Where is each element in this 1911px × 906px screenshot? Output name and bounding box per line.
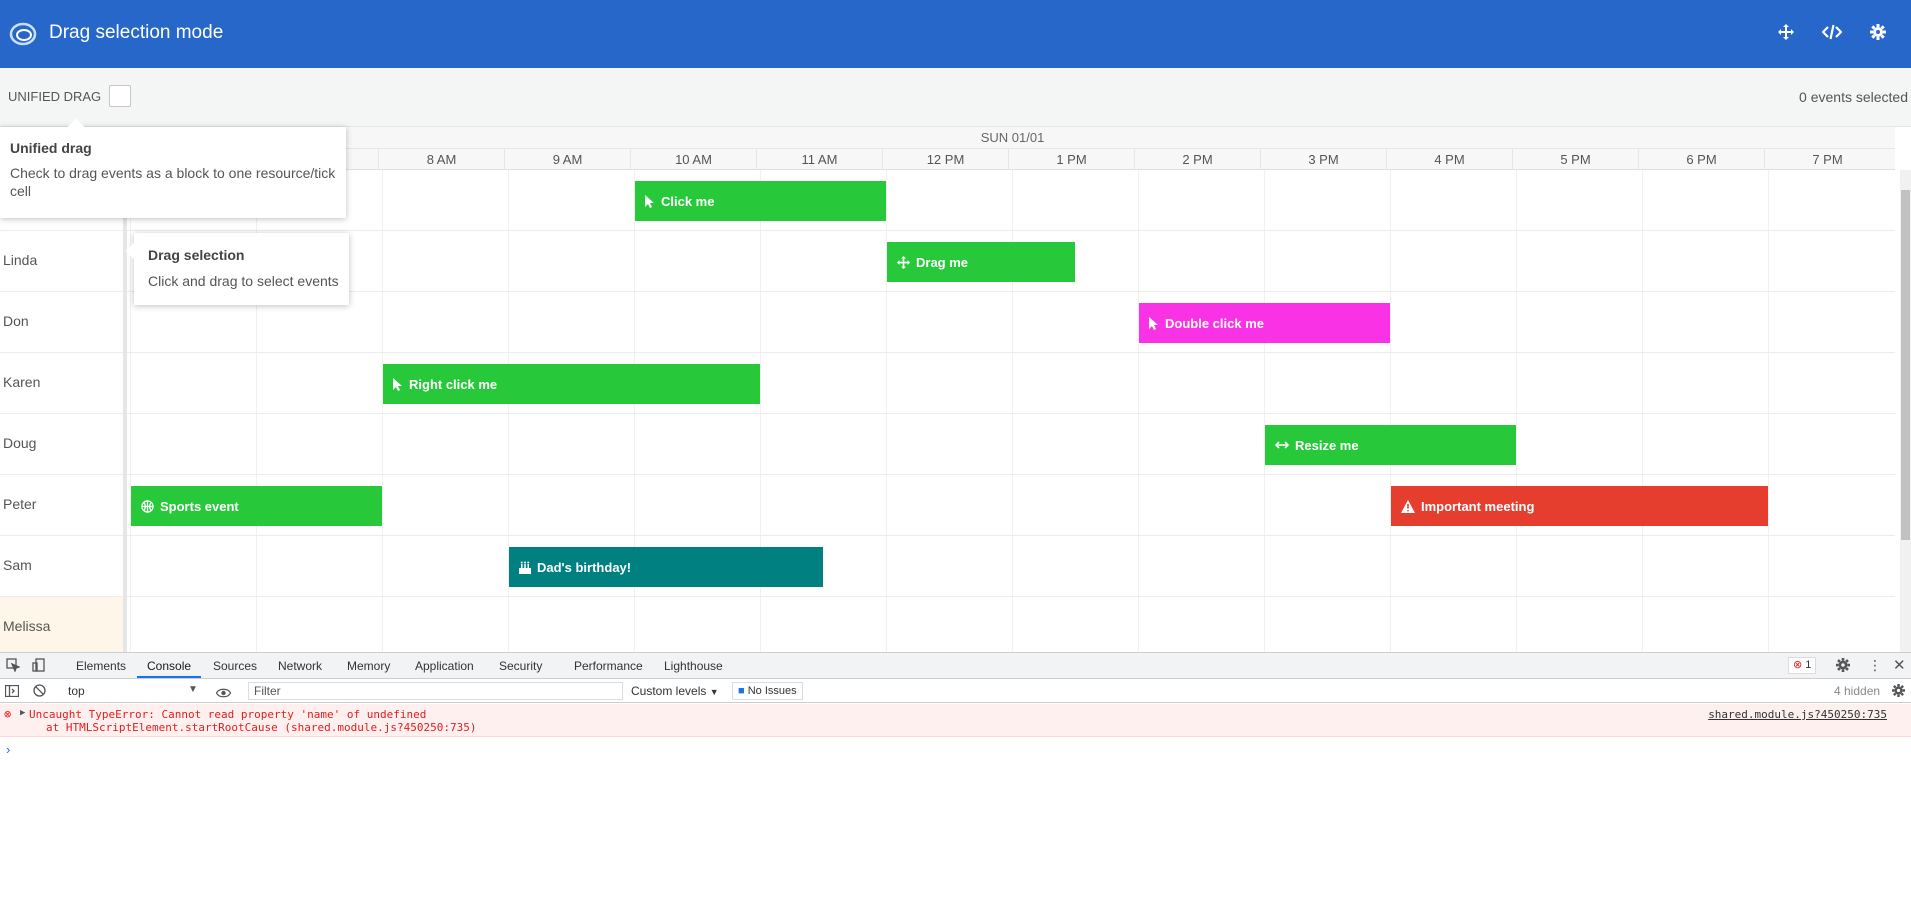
resource-row[interactable]: Sam (0, 536, 1895, 597)
log-levels-select[interactable]: Custom levels ▼ (631, 684, 719, 698)
devtools-panel: Elements Console Sources Network Memory … (0, 652, 1911, 906)
time-tick: 5 PM (1512, 149, 1638, 170)
inspect-icon[interactable] (6, 658, 21, 677)
filter-input[interactable]: Filter (248, 682, 623, 700)
unified-drag-checkbox[interactable] (109, 85, 131, 107)
settings-icon[interactable] (1836, 658, 1850, 677)
vertical-scrollbar-thumb[interactable] (1901, 190, 1910, 540)
move-icon (897, 255, 910, 269)
time-tick: 7 PM (1764, 149, 1890, 170)
date-header: SUN 01/01 (130, 127, 1895, 149)
event-dads-birthday[interactable]: Dad's birthday! (509, 547, 823, 587)
sidebar-toggle-icon[interactable] (4, 684, 20, 702)
event-click-me[interactable]: Click me (635, 181, 886, 221)
eye-icon[interactable] (215, 685, 232, 703)
time-tick: 8 AM (378, 149, 504, 170)
birthday-cake-icon (519, 561, 531, 574)
code-icon (1821, 24, 1843, 45)
event-resize-me[interactable]: Resize me (1265, 425, 1516, 465)
tab-console[interactable]: Console (147, 659, 191, 673)
tab-application[interactable]: Application (415, 659, 474, 673)
error-source-link[interactable]: shared.module.js?450250:735 (1708, 708, 1887, 721)
event-drag-me[interactable]: Drag me (887, 242, 1075, 282)
bryntum-logo-icon (9, 20, 37, 48)
time-tick: 3 PM (1260, 149, 1386, 170)
pointer-icon (645, 194, 655, 208)
event-double-click-me[interactable]: Double click me (1139, 303, 1390, 343)
console-toolbar: top ▼ Filter Custom levels ▼ ■ No Issues… (0, 679, 1911, 703)
issues-button[interactable]: ■ No Issues (732, 682, 803, 700)
drag-selection-tooltip: Drag selection Click and drag to select … (125, 233, 349, 305)
device-toolbar-icon[interactable] (32, 658, 46, 677)
settings-icon (1870, 23, 1886, 45)
expand-triangle-icon[interactable]: ▶ (20, 708, 25, 718)
time-tick: 2 PM (1134, 149, 1260, 170)
time-axis: 8 AM 9 AM 10 AM 11 AM 12 PM 1 PM 2 PM 3 PM 4 PM 5… (130, 149, 1895, 170)
unified-drag-label: UNIFIED DRAG (8, 89, 102, 104)
console-settings-icon[interactable] (1892, 684, 1905, 702)
app-title: Drag selection mode (49, 22, 224, 43)
event-right-click-me[interactable]: Right click me (383, 364, 760, 404)
devtools-tabbar: Elements Console Sources Network Memory … (0, 653, 1911, 679)
time-tick: 1 PM (1008, 149, 1134, 170)
app-header: Drag selection mode (0, 0, 1911, 68)
close-icon[interactable]: ✕ (1893, 656, 1906, 674)
hidden-count: 4 hidden (1834, 684, 1881, 698)
time-tick: 9 AM (504, 149, 630, 170)
tab-security[interactable]: Security (499, 659, 542, 673)
resize-icon (1275, 440, 1289, 450)
selection-count: 0 events selected (1799, 89, 1908, 105)
time-tick: 10 AM (630, 149, 756, 170)
tab-lighthouse[interactable]: Lighthouse (664, 659, 723, 673)
fullscreen-button[interactable] (1772, 20, 1800, 48)
console-error-message[interactable]: ⊗ ▶ Uncaught TypeError: Cannot read prop… (0, 704, 1911, 737)
time-tick: 6 PM (1638, 149, 1764, 170)
tab-memory[interactable]: Memory (347, 659, 390, 673)
console-prompt[interactable]: › (6, 742, 10, 757)
time-tick: 11 AM (756, 149, 882, 170)
toolbar: UNIFIED DRAG 0 events selected (0, 68, 1911, 127)
code-button[interactable] (1818, 20, 1846, 48)
tab-elements[interactable]: Elements (76, 659, 126, 673)
warning-icon (1401, 499, 1415, 513)
context-select[interactable]: top (68, 684, 85, 698)
error-count-badge[interactable]: ⊗ 1 (1788, 657, 1817, 674)
fullscreen-icon (1778, 23, 1794, 45)
basketball-icon (141, 499, 154, 513)
resource-row[interactable]: Karen (0, 353, 1895, 414)
resource-row[interactable]: Doug (0, 414, 1895, 475)
time-tick: 12 PM (882, 149, 1008, 170)
tab-sources[interactable]: Sources (213, 659, 257, 673)
resource-row[interactable]: Melissa (0, 597, 1895, 652)
event-sports-event[interactable]: Sports event (131, 486, 382, 526)
pointer-icon (393, 377, 403, 391)
clear-console-icon[interactable] (33, 684, 46, 702)
tab-performance[interactable]: Performance (574, 659, 643, 673)
event-important-meeting[interactable]: Important meeting (1391, 486, 1768, 526)
chevron-down-icon[interactable]: ▼ (188, 684, 198, 695)
settings-button[interactable] (1864, 20, 1892, 48)
more-options-icon[interactable]: ⋮ (1868, 657, 1882, 674)
tab-network[interactable]: Network (278, 659, 322, 673)
pointer-icon (1149, 316, 1159, 330)
time-tick: 4 PM (1386, 149, 1512, 170)
error-icon: ⊗ (4, 707, 12, 721)
unified-drag-tooltip: Unified drag Check to drag events as a b… (0, 118, 346, 218)
